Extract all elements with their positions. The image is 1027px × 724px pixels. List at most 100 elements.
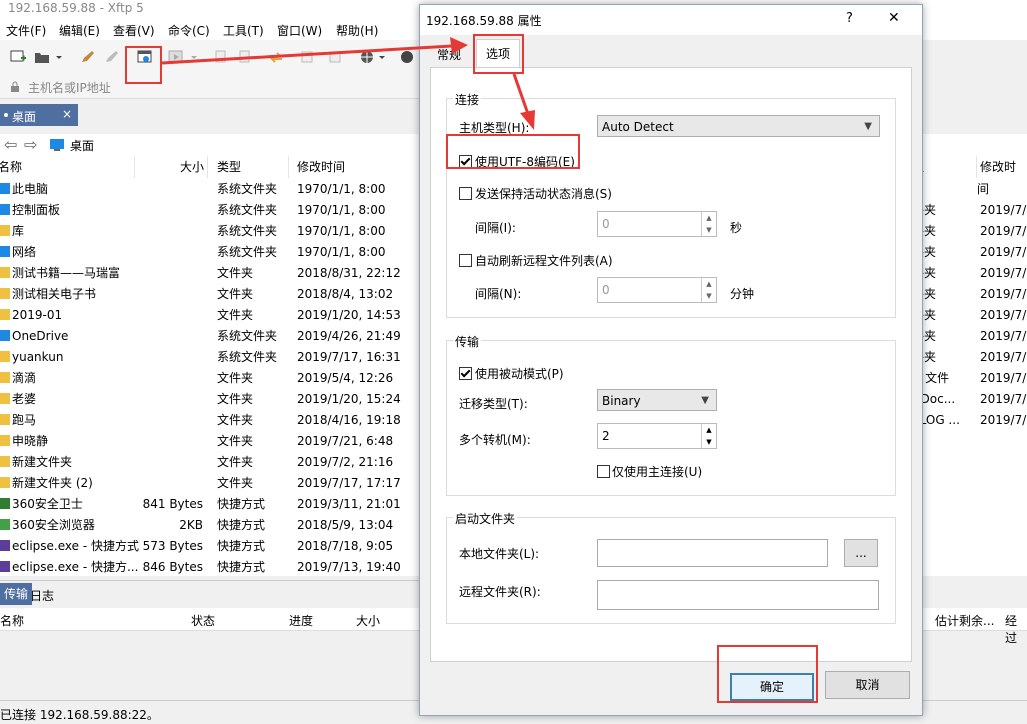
multi-connection-stepper[interactable]: 2 ▲ ▼: [597, 423, 717, 449]
table-row[interactable]: 库 系统文件夹 1970/1/1, 8:00: [0, 221, 420, 242]
interval1-value: 0: [602, 217, 610, 231]
table-row[interactable]: 件夹2019/7/2: [908, 326, 1027, 347]
table-row[interactable]: 跑马 文件夹 2018/4/16, 19:18: [0, 410, 420, 431]
table-row[interactable]: 件夹2019/7/2: [908, 221, 1027, 242]
remote-folder-input[interactable]: [597, 580, 879, 610]
spin-up-icon[interactable]: ▲: [702, 424, 716, 436]
menu-file[interactable]: 文件(F): [6, 22, 46, 39]
transfer-col-progress[interactable]: 进度: [289, 612, 313, 629]
spin-down-icon[interactable]: ▼: [702, 224, 716, 236]
table-row[interactable]: 测试相关电子书 文件夹 2018/8/4, 13:02: [0, 284, 420, 305]
spin-down-icon[interactable]: ▼: [702, 290, 716, 302]
table-row[interactable]: 件夹2019/7/2: [908, 347, 1027, 368]
table-row[interactable]: 件夹2019/7/2: [908, 242, 1027, 263]
table-row[interactable]: OneDrive 系统文件夹 2019/4/26, 21:49: [0, 326, 420, 347]
close-icon[interactable]: ✕: [888, 10, 900, 26]
chevron-down-icon[interactable]: [378, 50, 386, 64]
table-row[interactable]: 滴滴 文件夹 2019/5/4, 12:26: [0, 368, 420, 389]
file-type: 系统文件夹: [217, 182, 278, 196]
open-folder-icon[interactable]: [34, 50, 50, 64]
tab-close-icon[interactable]: ×: [62, 107, 72, 121]
menu-edit[interactable]: 编辑(E): [59, 22, 100, 39]
table-row[interactable]: 控制面板 系统文件夹 1970/1/1, 8:00: [0, 200, 420, 221]
shell-icon[interactable]: [400, 50, 416, 64]
autorefresh-label[interactable]: 自动刷新远程文件列表(A): [475, 252, 613, 269]
table-row[interactable]: SLOG ...2019/7/2: [908, 410, 1027, 431]
table-row[interactable]: 件夹2019/7/2: [908, 284, 1027, 305]
menu-tools[interactable]: 工具(T): [223, 22, 264, 39]
table-row[interactable]: 老婆 文件夹 2019/1/20, 15:24: [0, 389, 420, 410]
table-row[interactable]: 申晓静 文件夹 2019/7/21, 6:48: [0, 431, 420, 452]
transfer-mode-select[interactable]: Binary ▼: [597, 389, 717, 411]
table-row[interactable]: 此电脑 系统文件夹 1970/1/1, 8:00: [0, 179, 420, 200]
remote-file-date: 2019/7/2: [980, 224, 1027, 238]
transfer-col-eta[interactable]: 估计剩余...: [935, 612, 994, 629]
table-row[interactable]: 新建文件夹 文件夹 2019/7/2, 21:16: [0, 452, 420, 473]
tab-desktop[interactable]: 桌面 ×: [0, 104, 78, 126]
table-row[interactable]: 新建文件夹 (2) 文件夹 2019/7/17, 17:17: [0, 473, 420, 494]
file-date: 1970/1/1, 8:00: [297, 203, 386, 217]
menu-window[interactable]: 窗口(W): [277, 22, 322, 39]
keepalive-checkbox[interactable]: [459, 187, 472, 200]
chevron-down-icon[interactable]: [55, 50, 63, 64]
spin-down-icon[interactable]: ▼: [702, 436, 716, 448]
back-arrow-icon[interactable]: ⇦: [4, 135, 17, 154]
menu-view[interactable]: 查看(V): [113, 22, 155, 39]
interval1-spin-buttons[interactable]: ▲ ▼: [701, 212, 716, 236]
table-row[interactable]: 网络 系统文件夹 1970/1/1, 8:00: [0, 242, 420, 263]
transfer-col-size[interactable]: 大小: [356, 612, 380, 629]
table-row[interactable]: 件夹2019/7/2: [908, 305, 1027, 326]
table-row[interactable]: 件夹2019/7/2: [908, 263, 1027, 284]
primary-only-checkbox[interactable]: [597, 465, 610, 478]
path-text[interactable]: 桌面: [70, 137, 94, 154]
transfer-col-elapsed[interactable]: 经过: [1005, 612, 1027, 646]
multi-connection-spin-buttons[interactable]: ▲ ▼: [701, 424, 716, 448]
pen-icon[interactable]: [80, 50, 96, 64]
interval2-stepper[interactable]: 0 ▲ ▼: [597, 277, 717, 303]
menu-command[interactable]: 命令(C): [168, 22, 210, 39]
transfer-col-name[interactable]: 名称: [0, 612, 24, 629]
table-row[interactable]: G 文件2019/7/2: [908, 368, 1027, 389]
menu-help[interactable]: 帮助(H): [336, 22, 378, 39]
address-bar[interactable]: 主机名或IP地址: [0, 76, 420, 99]
transfer-col-status[interactable]: 状态: [191, 612, 215, 629]
table-row[interactable]: 360安全卫士 841 Bytes 快捷方式 2019/3/11, 21:01: [0, 494, 420, 515]
primary-only-label[interactable]: 仅使用主连接(U): [612, 463, 702, 480]
remote-column-date[interactable]: 修改时间: [977, 156, 1027, 196]
column-header-date[interactable]: 修改时间: [289, 156, 420, 178]
table-row[interactable]: t Doc...2019/7/2: [908, 389, 1027, 410]
new-session-icon[interactable]: [10, 50, 26, 64]
keepalive-label[interactable]: 发送保持活动状态消息(S): [475, 185, 612, 202]
column-header-type[interactable]: 类型: [208, 156, 289, 178]
passive-mode-label[interactable]: 使用被动模式(P): [475, 365, 564, 382]
file-name: 360安全浏览器: [0, 515, 95, 536]
multi-connection-value: 2: [602, 429, 610, 443]
cancel-button[interactable]: 取消: [825, 671, 910, 699]
column-header-size[interactable]: 大小: [135, 156, 208, 178]
globe-icon[interactable]: [360, 50, 376, 64]
file-name: 新建文件夹: [0, 452, 72, 473]
tab-general[interactable]: 常规: [430, 44, 468, 66]
local-folder-input[interactable]: [597, 539, 828, 567]
table-row[interactable]: 件夹2019/7/2: [908, 200, 1027, 221]
table-row[interactable]: 360安全浏览器 2KB 快捷方式 2018/5/9, 13:04: [0, 515, 420, 536]
forward-arrow-icon[interactable]: ⇨: [24, 135, 37, 154]
browse-button[interactable]: ...: [844, 539, 878, 567]
host-type-select[interactable]: Auto Detect ▼: [597, 115, 880, 137]
interval2-spin-buttons[interactable]: ▲ ▼: [701, 278, 716, 302]
interval1-stepper[interactable]: 0 ▲ ▼: [597, 211, 717, 237]
help-icon[interactable]: ?: [846, 11, 853, 26]
pencil-disabled-icon: [106, 51, 118, 62]
autorefresh-checkbox[interactable]: [459, 254, 472, 267]
column-header-name[interactable]: 名称: [0, 156, 135, 178]
passive-mode-checkbox[interactable]: [459, 367, 472, 380]
table-row[interactable]: eclipse.exe - 快捷方式 573 Bytes 快捷方式 2018/7/18…: [0, 536, 420, 557]
table-row[interactable]: 测试书籍——马瑞富 文件夹 2018/8/31, 22:12: [0, 263, 420, 284]
tab-transfer[interactable]: 传输: [0, 583, 33, 605]
table-row[interactable]: yuankun 系统文件夹 2019/7/17, 16:31: [0, 347, 420, 368]
spin-up-icon[interactable]: ▲: [702, 212, 716, 224]
tab-log[interactable]: 日志: [30, 587, 54, 604]
table-row[interactable]: eclipse.exe - 快捷方... 846 Bytes 快捷方式 2019/7/…: [0, 557, 420, 576]
spin-up-icon[interactable]: ▲: [702, 278, 716, 290]
table-row[interactable]: 2019-01 文件夹 2019/1/20, 14:53: [0, 305, 420, 326]
